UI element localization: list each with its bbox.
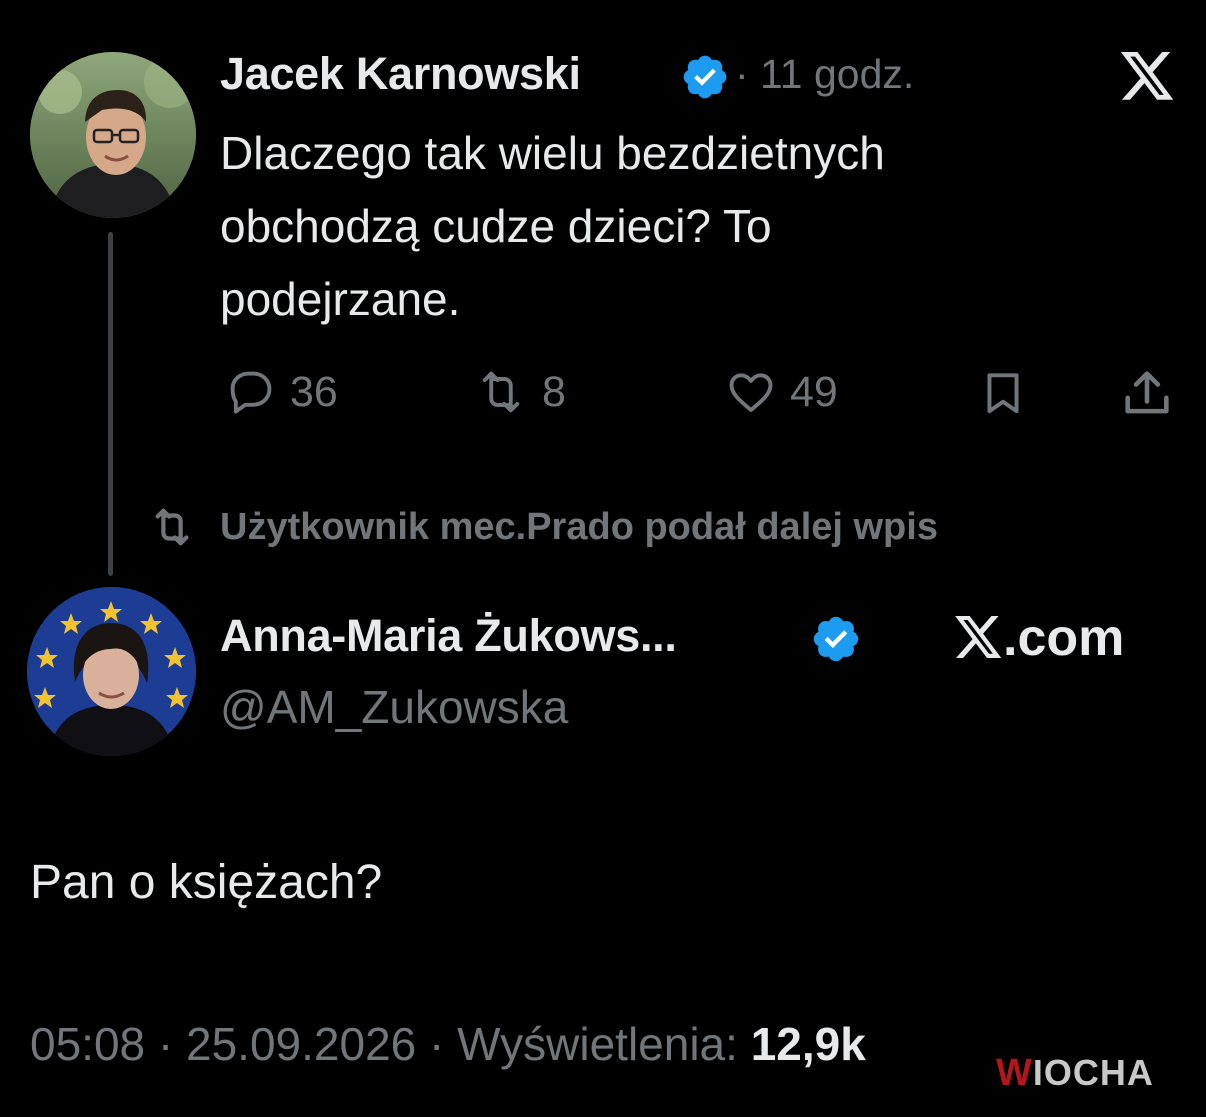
views-label: Wyświetlenia: — [457, 1018, 738, 1070]
repost-context-text: Użytkownik mec.Prado podał dalej wpis — [220, 505, 938, 548]
like-count: 49 — [790, 367, 838, 416]
x-com-label: .com — [955, 608, 1124, 668]
verified-badge-icon — [680, 52, 730, 102]
separator-dot: · — [735, 51, 761, 97]
quoted-author-name[interactable]: Jacek Karnowski — [220, 48, 581, 100]
tweet-timestamp[interactable]: · 11 godz. — [735, 51, 914, 98]
retweet-count: 8 — [542, 367, 566, 416]
author-name[interactable]: Anna-Maria Żukows... — [220, 610, 677, 662]
retweet-icon — [482, 371, 520, 413]
relative-time: 11 godz. — [760, 51, 915, 97]
share-icon — [1125, 371, 1169, 414]
reply-icon — [230, 371, 272, 414]
watermark-text: WIOCHA — [996, 1052, 1154, 1095]
author-avatar[interactable] — [30, 52, 196, 218]
watermark-initial: W — [996, 1052, 1033, 1094]
tweet-text: Pan o księżach? — [30, 856, 383, 909]
tweet-text-line: podejrzane. — [220, 273, 461, 325]
tweet-date[interactable]: 25.09.2026 — [186, 1018, 416, 1070]
separator-dot: · — [157, 1018, 174, 1070]
watermark-logo: WIOCHA — [996, 1052, 1154, 1095]
heart-icon — [729, 373, 773, 412]
verified-badge-icon — [810, 613, 862, 665]
bookmark-button[interactable] — [978, 366, 1028, 420]
avatar-photo-icon — [27, 587, 196, 756]
reply-count: 36 — [290, 367, 338, 416]
author-avatar[interactable] — [27, 587, 196, 756]
separator-dot: · — [429, 1018, 445, 1070]
watermark-rest: IOCHA — [1032, 1052, 1154, 1093]
domain-suffix: .com — [1003, 609, 1125, 667]
tweet-time[interactable]: 05:08 — [30, 1018, 145, 1070]
x-logo-icon — [955, 616, 1002, 658]
like-button[interactable]: 49 — [722, 366, 838, 418]
views-count: 12,9k — [750, 1018, 866, 1070]
share-button[interactable] — [1118, 364, 1176, 422]
repost-context[interactable]: Użytkownik mec.Prado podał dalej wpis — [144, 504, 938, 550]
tweet-text-line: obchodzą cudze dzieci? To — [220, 200, 772, 252]
reply-button[interactable]: 36 — [222, 366, 338, 418]
tweet-text-line: Dlaczego tak wielu bezdzietnych — [220, 127, 885, 179]
retweet-button[interactable]: 8 — [470, 366, 566, 418]
x-logo-icon — [1120, 52, 1176, 102]
tweet-meta: 05:08 · 25.09.2026 · Wyświetlenia: 12,9k — [30, 1017, 866, 1071]
thread-connector-line — [108, 232, 113, 576]
bookmark-icon — [987, 373, 1019, 414]
author-handle[interactable]: @AM_Zukowska — [220, 680, 568, 734]
retweet-icon — [155, 508, 189, 546]
avatar-photo-icon — [30, 52, 196, 218]
